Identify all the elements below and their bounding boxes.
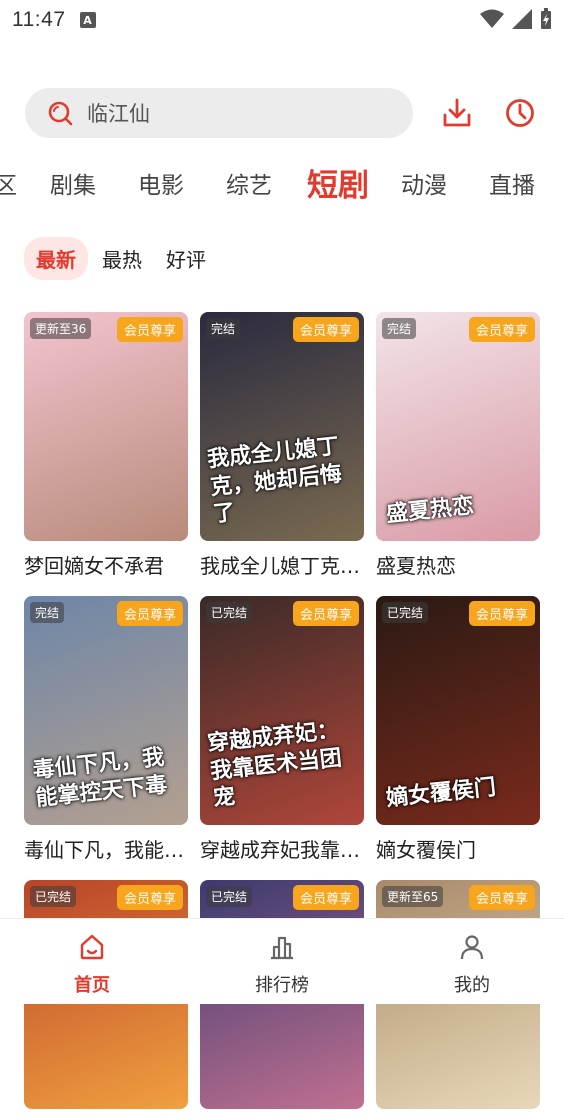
- episode-status-badge: 已完结: [382, 602, 429, 623]
- vip-badge: 会员尊享: [292, 317, 359, 342]
- nav-ranking[interactable]: 排行榜: [232, 933, 332, 997]
- drama-title[interactable]: 穿越成弃妃我靠…: [200, 834, 364, 863]
- drama-card[interactable]: 完结 会员尊享 盛夏热恋 盛夏热恋: [376, 312, 540, 579]
- drama-title[interactable]: 毒仙下凡，我能…: [24, 834, 188, 863]
- notification-icon: A: [79, 12, 96, 28]
- episode-status-badge: 已完结: [30, 886, 77, 907]
- drama-title[interactable]: 嫡女覆侯门: [376, 834, 540, 863]
- poster-title-art: 毒仙下凡，我能掌控天下毒: [31, 744, 169, 811]
- vip-badge: 会员尊享: [116, 317, 183, 342]
- tab-category-2[interactable]: 电影: [138, 166, 184, 200]
- nav-home[interactable]: 首页: [42, 933, 142, 997]
- search-input[interactable]: 临江仙: [25, 88, 413, 138]
- tab-category-0[interactable]: 区: [0, 166, 17, 200]
- tab-category-4[interactable]: 短剧: [307, 160, 369, 205]
- tab-category-3[interactable]: 综艺: [226, 166, 272, 200]
- sort-tab-hottest[interactable]: 最热: [90, 237, 154, 280]
- drama-card[interactable]: 更新至36 会员尊享梦回嫡女不承君: [24, 312, 188, 579]
- vip-badge: 会员尊享: [292, 601, 359, 626]
- nav-profile[interactable]: 我的: [422, 933, 522, 997]
- tab-category-5[interactable]: 动漫: [401, 166, 447, 200]
- search-icon: [48, 101, 73, 126]
- search-placeholder: 临江仙: [87, 102, 150, 126]
- episode-status-badge: 已完结: [206, 886, 253, 907]
- sort-tabs: 最新 最热 好评: [24, 237, 218, 280]
- history-button[interactable]: [500, 88, 540, 138]
- drama-card[interactable]: 已完结 会员尊享 嫡女覆侯门 嫡女覆侯门: [376, 596, 540, 863]
- search-row: 临江仙: [25, 88, 544, 138]
- drama-poster[interactable]: 已完结 会员尊享穿越成弃妃：我靠医术当团宠: [200, 596, 364, 825]
- drama-card[interactable]: 完结 会员尊享毒仙下凡，我能掌控天下毒毒仙下凡，我能…: [24, 596, 188, 863]
- nav-home-label: 首页: [74, 975, 110, 996]
- episode-status-badge: 完结: [206, 318, 241, 339]
- clock-icon: [506, 99, 534, 127]
- drama-title[interactable]: 盛夏热恋: [376, 550, 540, 579]
- drama-poster[interactable]: 更新至36 会员尊享: [24, 312, 188, 541]
- category-tabs: 区 剧集 电影 综艺 短剧 动漫 直播: [0, 160, 564, 206]
- vip-badge: 会员尊享: [116, 601, 183, 626]
- tab-category-6[interactable]: 直播: [489, 166, 535, 200]
- status-icons: [480, 8, 552, 30]
- vip-badge: 会员尊享: [468, 885, 535, 910]
- drama-title[interactable]: 我成全儿媳丁克…: [200, 550, 364, 579]
- episode-status-badge: 更新至65: [382, 886, 444, 907]
- poster-title-art: 盛夏热恋: [385, 492, 476, 527]
- vip-badge: 会员尊享: [292, 885, 359, 910]
- download-button[interactable]: [437, 88, 477, 138]
- drama-poster[interactable]: 完结 会员尊享毒仙下凡，我能掌控天下毒: [24, 596, 188, 825]
- drama-card[interactable]: 完结 会员尊享我成全儿媳丁克，她却后悔了我成全儿媳丁克…: [200, 312, 364, 579]
- drama-title[interactable]: 梦回嫡女不承君: [24, 550, 188, 579]
- poster-title-art: 穿越成弃妃：我靠医术当团宠: [206, 717, 343, 811]
- nav-profile-label: 我的: [454, 975, 490, 996]
- poster-title-art: 嫡女覆侯门: [385, 774, 498, 811]
- drama-poster[interactable]: 完结 会员尊享我成全儿媳丁克，她却后悔了: [200, 312, 364, 541]
- home-icon: [80, 934, 104, 960]
- episode-status-badge: 完结: [30, 602, 65, 623]
- download-icon: [443, 98, 471, 127]
- battery-icon: [541, 8, 551, 29]
- wifi-icon: [480, 9, 504, 28]
- sort-tab-top-rated[interactable]: 好评: [154, 237, 218, 280]
- signal-icon: [512, 9, 532, 29]
- profile-icon: [460, 935, 484, 960]
- ranking-icon: [271, 936, 293, 960]
- drama-card[interactable]: 已完结 会员尊享穿越成弃妃：我靠医术当团宠穿越成弃妃我靠…: [200, 596, 364, 863]
- drama-poster[interactable]: 完结 会员尊享盛夏热恋: [376, 312, 540, 541]
- episode-status-badge: 已完结: [206, 602, 253, 623]
- vip-badge: 会员尊享: [468, 601, 535, 626]
- bottom-navigation: 首页 排行榜 我的: [0, 918, 564, 1004]
- sort-tab-latest[interactable]: 最新: [24, 237, 88, 280]
- episode-status-badge: 更新至36: [30, 318, 92, 339]
- vip-badge: 会员尊享: [116, 885, 183, 910]
- drama-poster[interactable]: 已完结 会员尊享嫡女覆侯门: [376, 596, 540, 825]
- tab-category-1[interactable]: 剧集: [50, 166, 96, 200]
- nav-ranking-label: 排行榜: [255, 975, 309, 996]
- status-bar: 11:47 A: [0, 0, 564, 40]
- poster-title-art: 我成全儿媳丁克，她却后悔了: [206, 433, 343, 527]
- status-time: 11:47: [12, 8, 66, 31]
- vip-badge: 会员尊享: [468, 317, 535, 342]
- episode-status-badge: 完结: [382, 318, 417, 339]
